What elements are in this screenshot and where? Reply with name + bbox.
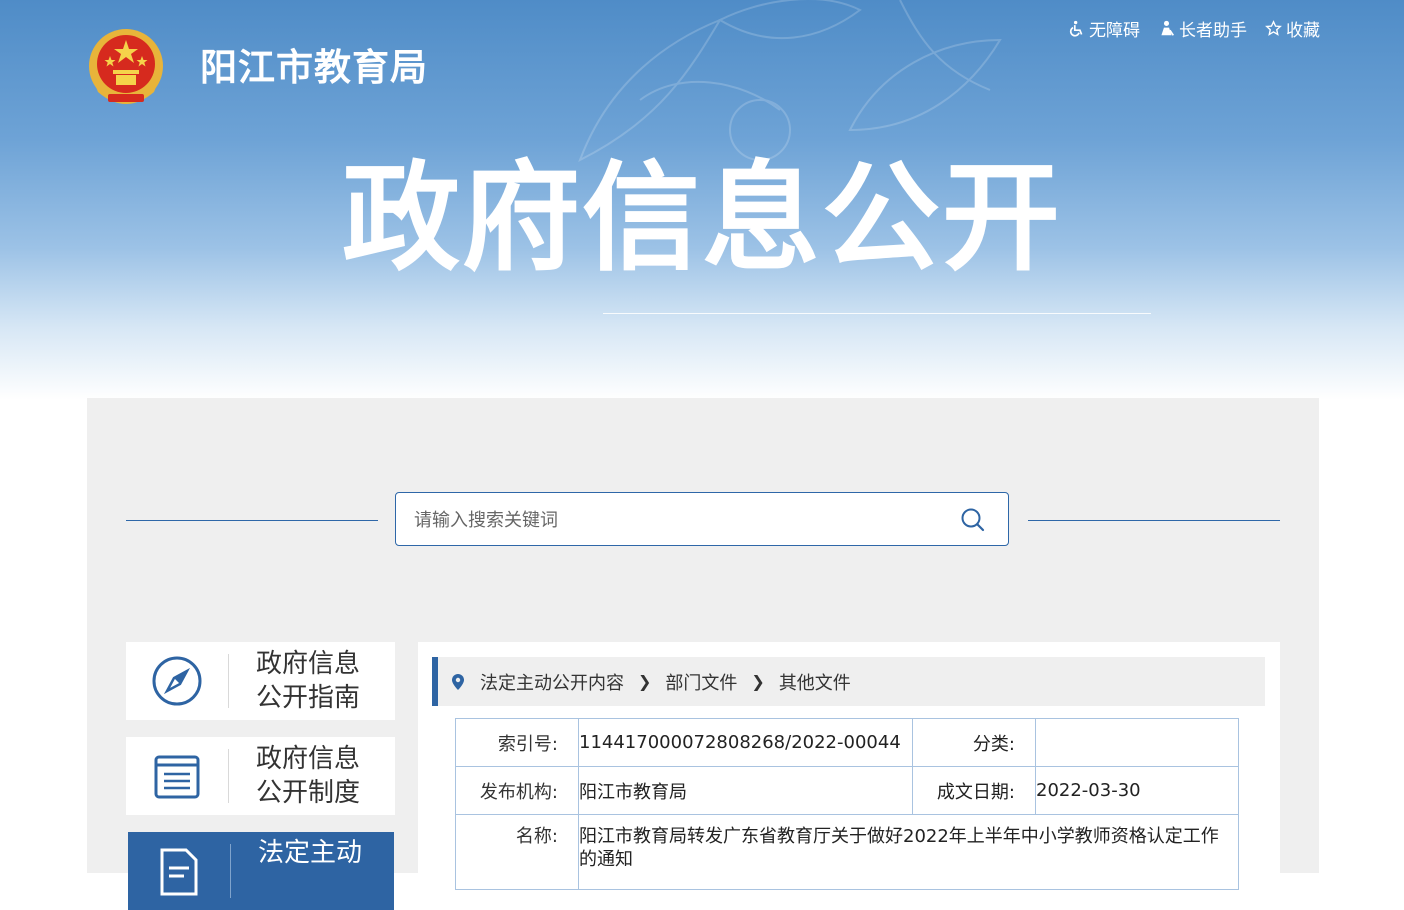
name-value: 阳江市教育局转发广东省教育厅关于做好2022年上半年中小学教师资格认定工作的通知: [578, 814, 1239, 890]
elder-helper-label: 长者助手: [1179, 21, 1247, 41]
document-meta-table: 索引号: 114417000072808268/2022-00044 分类: 发…: [455, 718, 1239, 890]
breadcrumb: 法定主动公开内容 ❯ 部门文件 ❯ 其他文件: [432, 657, 1265, 706]
sidebar-item-label: 政府信息 公开制度: [256, 744, 361, 808]
sidebar-item-system[interactable]: 政府信息 公开制度: [126, 737, 395, 815]
national-emblem-icon: [89, 29, 163, 104]
star-icon: [1265, 20, 1282, 36]
accessibility-link[interactable]: 无障碍: [1068, 16, 1140, 41]
elder-helper-icon: [1161, 20, 1175, 36]
breadcrumb-item[interactable]: 法定主动公开内容: [480, 669, 624, 695]
category-label: 分类:: [912, 718, 1036, 767]
list-document-icon: [154, 755, 200, 799]
breadcrumb-item[interactable]: 其他文件: [779, 669, 851, 695]
sidebar-item-statutory[interactable]: 法定主动: [128, 832, 394, 910]
hero-divider: [603, 313, 1151, 314]
search-input[interactable]: [396, 493, 956, 547]
name-label: 名称:: [455, 814, 579, 890]
hero-title: 政府信息公开: [341, 149, 1062, 287]
header-banner: 阳江市教育局 无障碍 长者助手 收藏 政府信息公开: [0, 0, 1404, 400]
date-value: 2022-03-30: [1035, 766, 1239, 815]
search-divider-left: [126, 520, 378, 521]
publisher-label: 发布机构:: [455, 766, 579, 815]
breadcrumb-item[interactable]: 部门文件: [665, 669, 737, 695]
site-title[interactable]: 阳江市教育局: [200, 42, 428, 94]
index-value: 114417000072808268/2022-00044: [578, 718, 913, 767]
compass-icon: [152, 656, 202, 706]
publisher-value: 阳江市教育局: [578, 766, 913, 815]
search-icon[interactable]: [960, 507, 986, 533]
chevron-right-icon: ❯: [751, 672, 765, 691]
top-links: 无障碍 长者助手 收藏: [1068, 16, 1320, 41]
document-icon: [160, 848, 198, 896]
index-label: 索引号:: [455, 718, 579, 767]
wheelchair-icon: [1069, 20, 1083, 37]
sidebar-item-label: 法定主动: [258, 838, 363, 868]
accessibility-label: 无障碍: [1089, 21, 1140, 41]
sidebar-item-label: 政府信息 公开指南: [256, 649, 361, 713]
favorite-link[interactable]: 收藏: [1265, 16, 1320, 41]
elder-helper-link[interactable]: 长者助手: [1158, 16, 1247, 41]
sidebar-item-guide[interactable]: 政府信息 公开指南: [126, 642, 395, 720]
favorite-label: 收藏: [1286, 21, 1320, 41]
category-value: [1035, 718, 1239, 767]
location-pin-icon: [452, 673, 464, 690]
chevron-right-icon: ❯: [638, 672, 652, 691]
search-box: [395, 492, 1009, 547]
date-label: 成文日期:: [912, 766, 1036, 815]
search-divider-right: [1028, 520, 1280, 521]
